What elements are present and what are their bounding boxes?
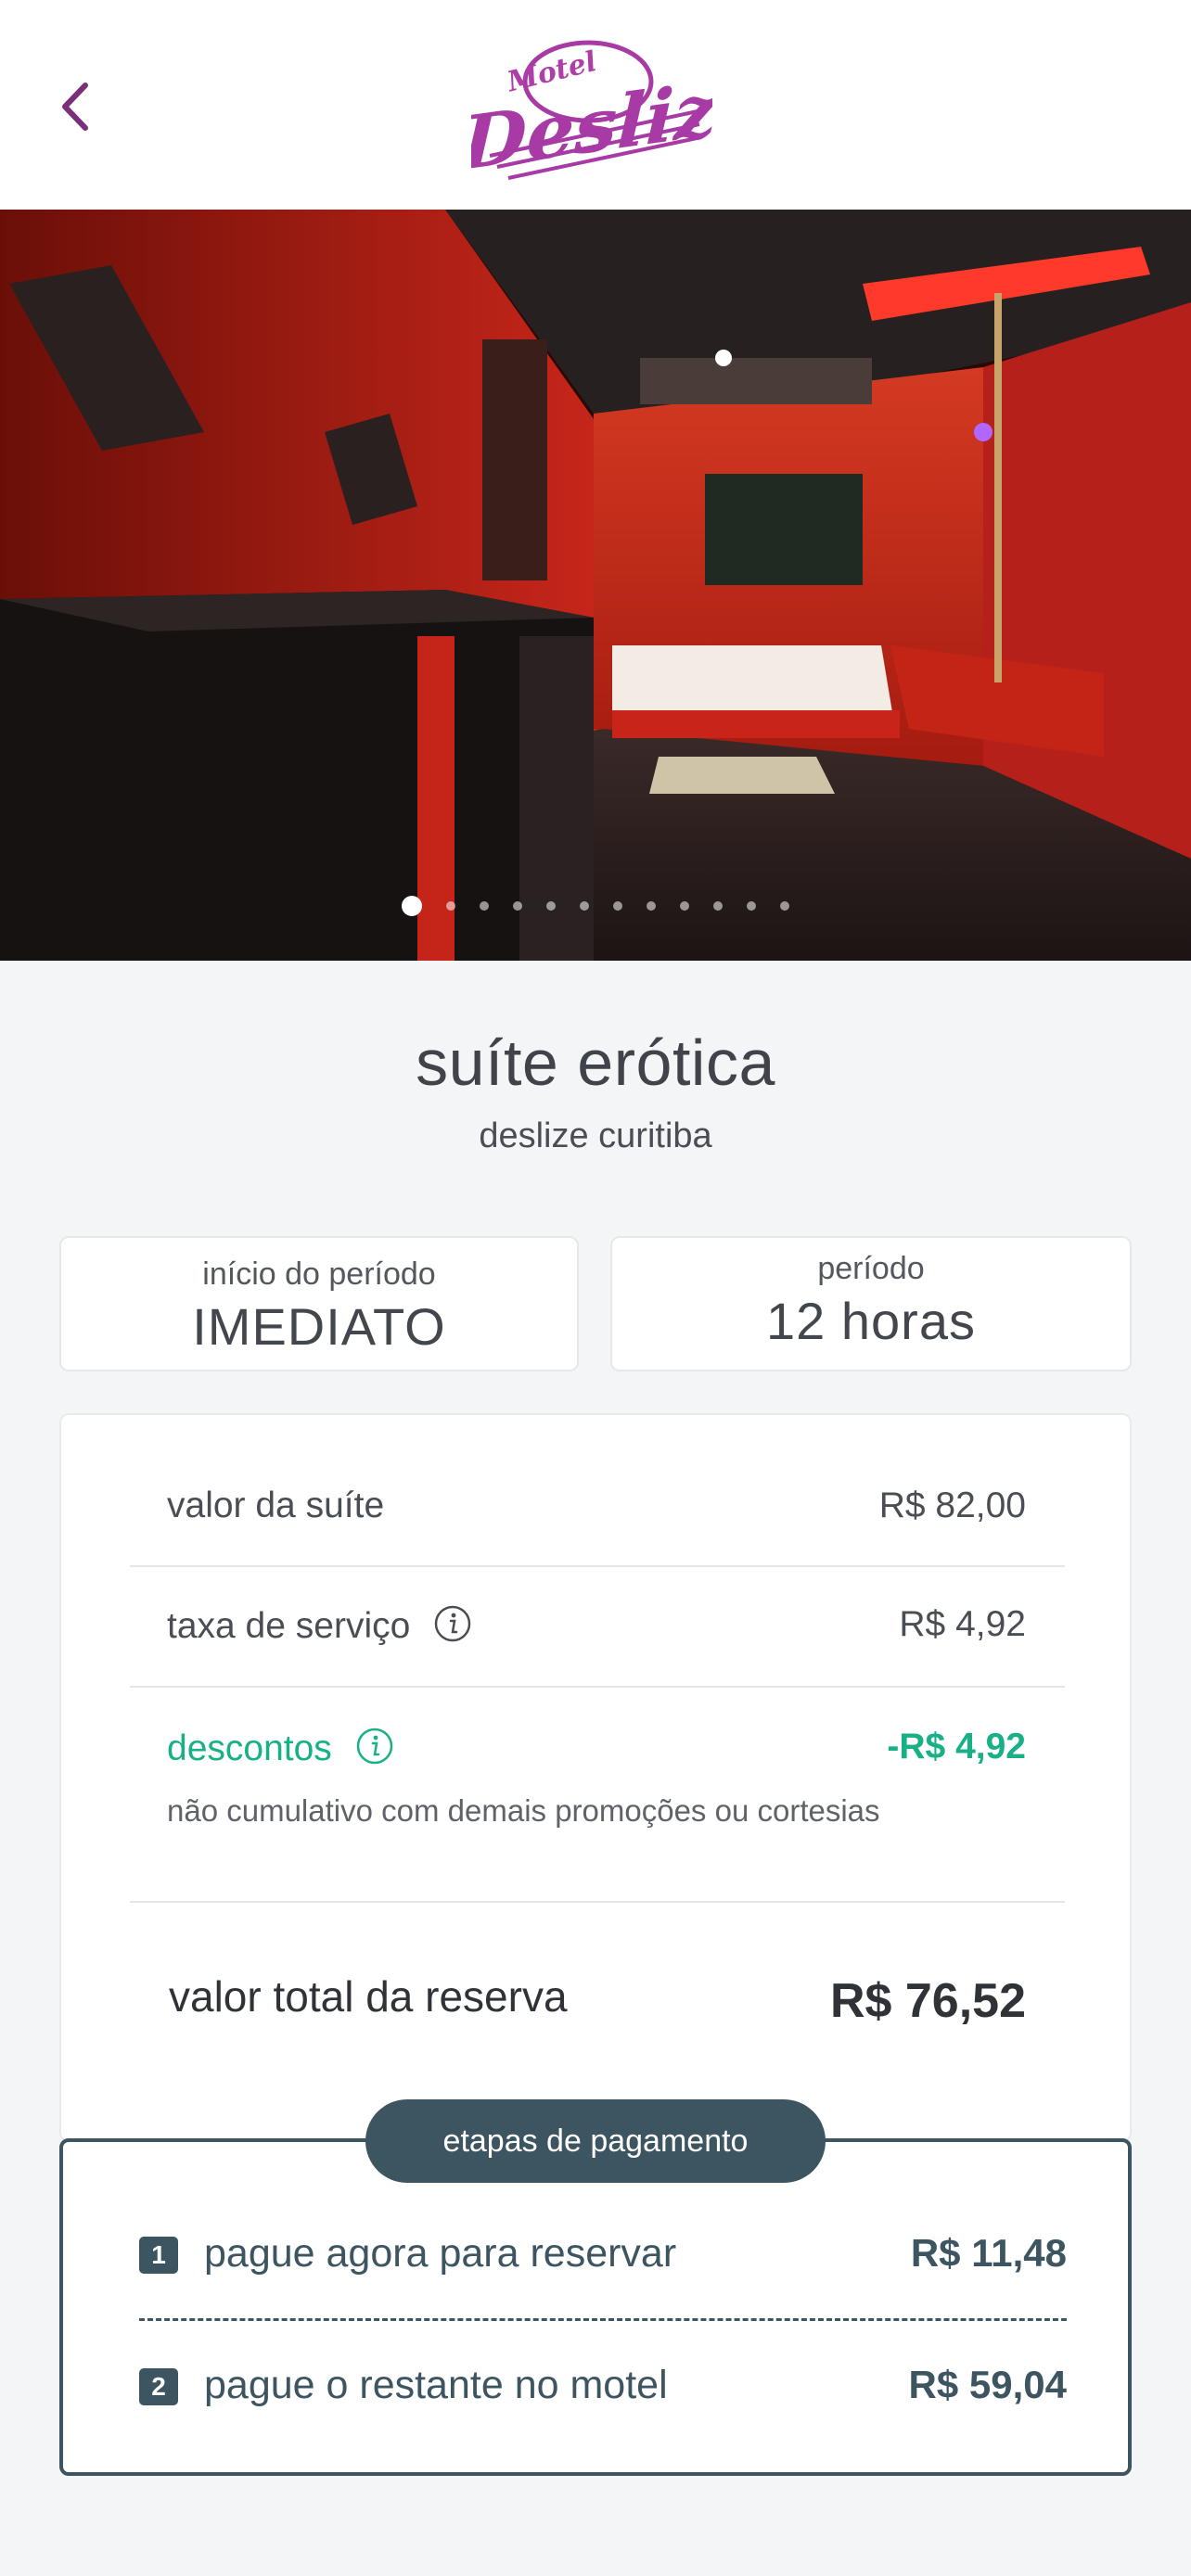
price-summary-card: valor da suíte R$ 82,00 taxa de serviço … [59,1413,1132,2142]
carousel-dot[interactable] [580,901,589,911]
period-duration-selector[interactable]: período 12 horas [610,1236,1132,1371]
discount-label-wrap: descontos [167,1727,394,1769]
step-number: 1 [139,2237,178,2274]
carousel-dot[interactable] [680,901,689,911]
info-icon[interactable] [355,1727,394,1766]
step-value: R$ 59,04 [908,2363,1067,2406]
period-start-value: IMEDIATO [192,1297,446,1356]
back-button[interactable] [48,65,108,148]
discount-note: não cumulativo com demais promoções ou c… [167,1793,880,1828]
step-label: pague o restante no motel [204,2363,668,2407]
period-duration-label: período [817,1251,925,1286]
period-duration-value: 12 horas [766,1292,976,1350]
carousel-dot[interactable] [713,901,723,911]
payment-step-1: 1 pague agora para reservar R$ 11,48 [139,2225,1067,2281]
carousel-dot[interactable] [546,901,556,911]
info-icon[interactable] [433,1604,472,1643]
carousel-dot[interactable] [446,901,455,911]
carousel-dot[interactable] [480,901,489,911]
step-label: pague agora para reservar [204,2231,677,2276]
carousel-dot[interactable] [402,896,422,916]
discount-value: -R$ 4,92 [887,1727,1026,1766]
divider [130,1686,1065,1688]
total-value: R$ 76,52 [829,1974,1026,2028]
suite-price-value: R$ 82,00 [878,1486,1026,1525]
step-number: 2 [139,2368,178,2405]
period-start-label: início do período [202,1256,436,1292]
suite-location: deslize curitiba [479,1116,712,1155]
dashed-divider [139,2318,1067,2321]
motel-logo: Motel Deslize [471,40,712,184]
payment-steps-box: 1 pague agora para reservar R$ 11,48 2 p… [59,2138,1132,2476]
suite-photo [0,210,1191,961]
total-label: valor total da reserva [169,1972,568,2021]
carousel-dot[interactable] [513,901,522,911]
carousel-dots [0,896,1191,916]
app-header: Motel Deslize [0,0,1191,210]
suite-photo-carousel[interactable] [0,210,1191,961]
payment-steps-title: etapas de pagamento [365,2099,826,2183]
service-fee-label: taxa de serviço [167,1606,411,1646]
chevron-left-icon [62,83,88,131]
step-value: R$ 11,48 [910,2231,1067,2275]
suite-title: suíte erótica [416,1027,775,1099]
carousel-dot[interactable] [647,901,656,911]
divider [130,1901,1065,1903]
carousel-dot[interactable] [747,901,756,911]
period-start-selector[interactable]: início do período IMEDIATO [59,1236,579,1371]
payment-step-2: 2 pague o restante no motel R$ 59,04 [139,2357,1067,2413]
divider [130,1565,1065,1567]
service-fee-value: R$ 4,92 [899,1604,1026,1644]
carousel-dot[interactable] [780,901,789,911]
discount-label: descontos [167,1728,332,1768]
service-fee-label-wrap: taxa de serviço [167,1604,472,1647]
carousel-dot[interactable] [613,901,622,911]
suite-price-label: valor da suíte [167,1486,385,1525]
